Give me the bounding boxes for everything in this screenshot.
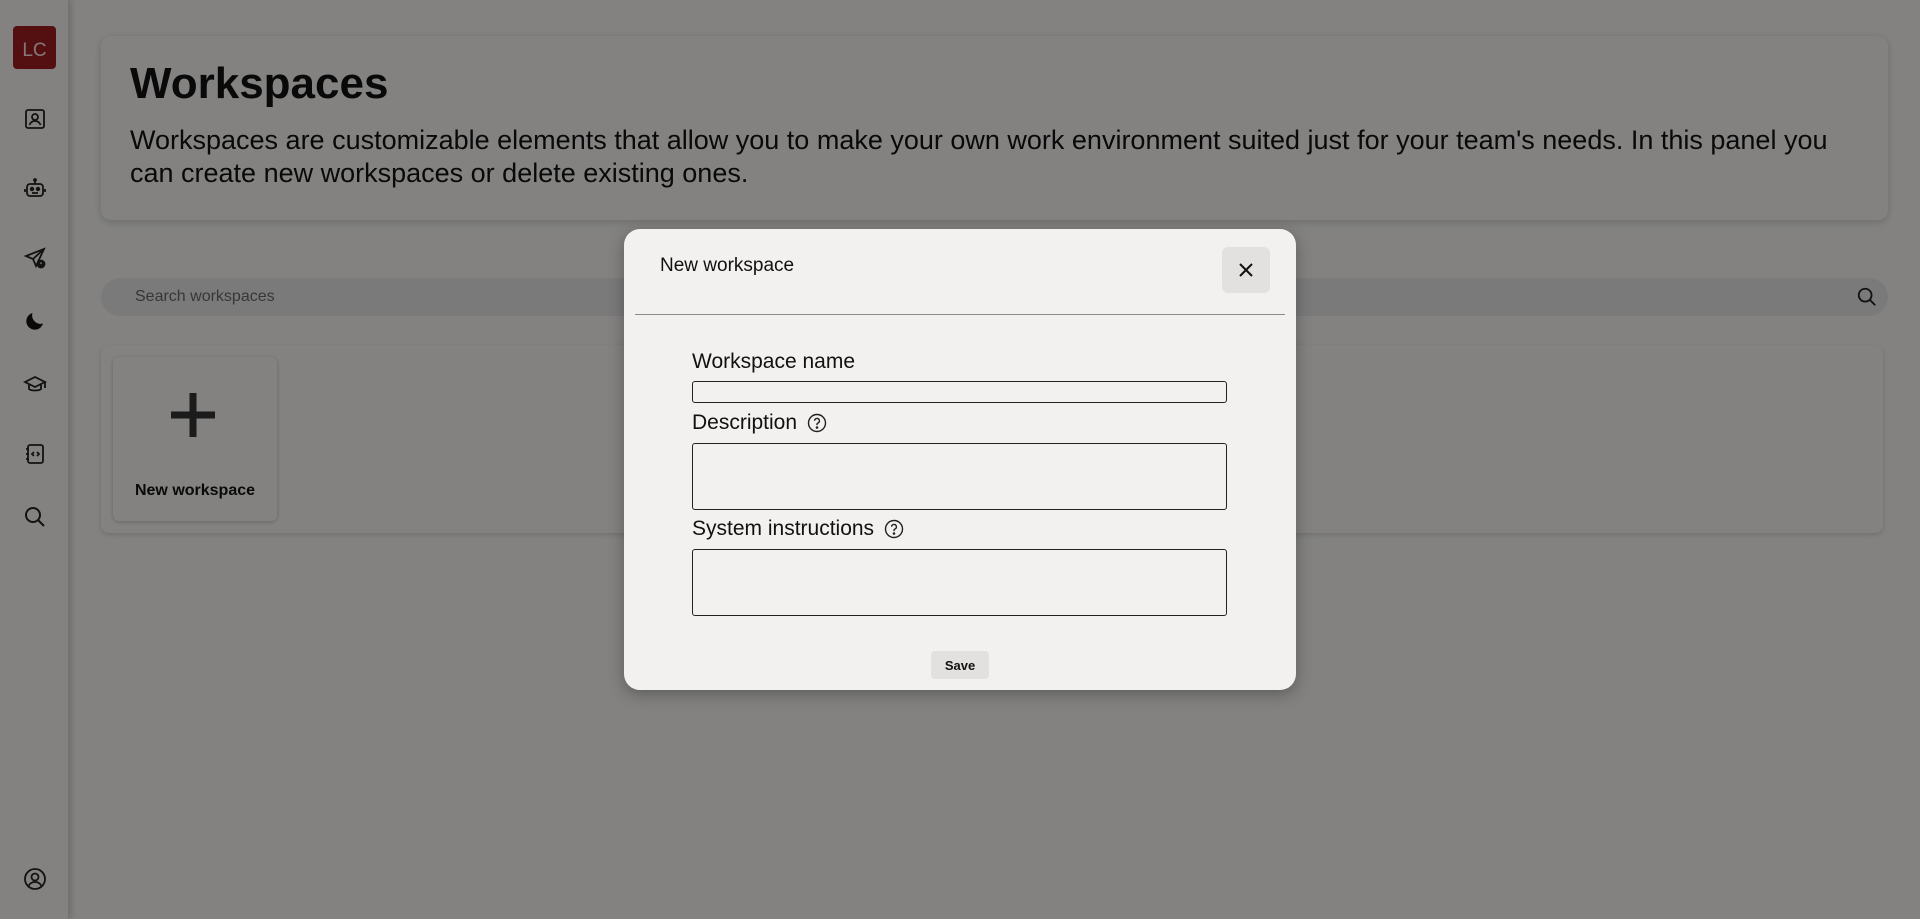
workspace-name-field[interactable] [692, 381, 1227, 403]
system-instructions-label-text: System instructions [692, 517, 875, 540]
help-icon[interactable] [807, 413, 827, 433]
description-field[interactable] [692, 443, 1227, 510]
close-button[interactable] [1222, 247, 1270, 293]
workspace-name-label: Workspace name [692, 350, 855, 374]
new-workspace-dialog: New workspace Workspace name Description… [624, 229, 1296, 690]
save-button[interactable]: Save [931, 651, 989, 679]
description-label-text: Description [692, 411, 798, 434]
modal-title: New workspace [660, 255, 795, 276]
close-icon [1239, 263, 1253, 277]
description-label: Description [692, 411, 827, 435]
workspace-name-label-text: Workspace name [692, 350, 856, 373]
system-instructions-label: System instructions [692, 517, 904, 541]
system-instructions-field[interactable] [692, 549, 1227, 616]
modal-divider [635, 314, 1285, 315]
help-icon[interactable] [884, 519, 904, 539]
